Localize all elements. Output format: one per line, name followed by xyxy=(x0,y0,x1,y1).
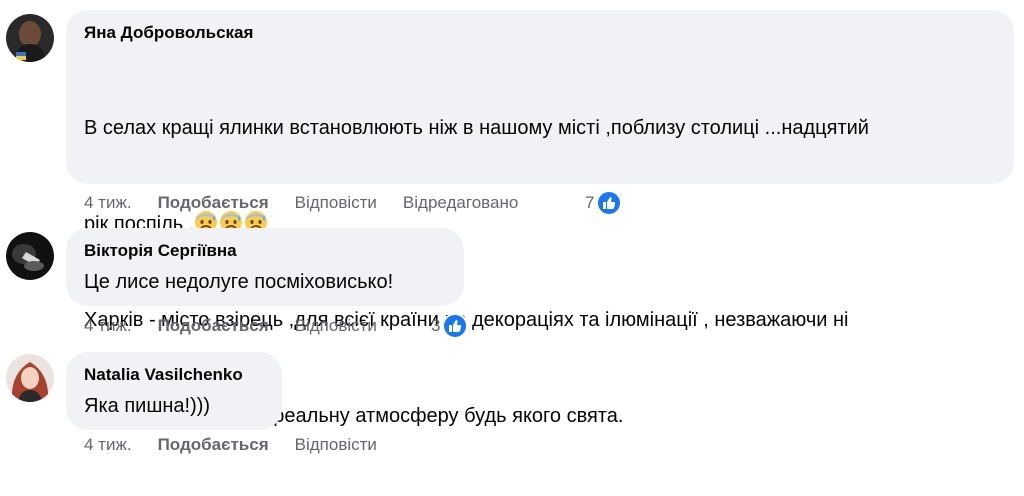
avatar[interactable] xyxy=(6,232,54,280)
comment-author[interactable]: Natalia Vasilchenko xyxy=(84,364,264,386)
comment-actions: 4 тиж. Подобається Відповісти xyxy=(84,432,403,458)
comment-bubble: Natalia Vasilchenko Яка пишна!))) xyxy=(66,352,282,430)
like-button[interactable]: Подобається xyxy=(158,435,269,455)
reaction-count: 3 xyxy=(431,316,441,335)
comment-3: Natalia Vasilchenko Яка пишна!))) 4 тиж.… xyxy=(0,340,1024,464)
comment-time[interactable]: 4 тиж. xyxy=(84,435,132,455)
comment-text: Яка пишна!))) xyxy=(84,395,211,417)
comment-bubble: Яна Добровольская В селах кращі ялинки в… xyxy=(66,10,1014,427)
comment-author[interactable]: Вікторія Сергіївна xyxy=(84,240,446,262)
reply-button[interactable]: Відповісти xyxy=(295,435,377,455)
comment-author[interactable]: Яна Добровольская xyxy=(84,22,996,44)
comment-bubble: Вікторія Сергіївна Це лисе недолуге посм… xyxy=(66,228,464,306)
avatar[interactable] xyxy=(6,354,54,402)
reply-button[interactable]: Відповісти xyxy=(295,316,377,336)
like-button[interactable]: Подобається xyxy=(158,316,269,336)
like-button[interactable]: Подобається xyxy=(158,193,269,213)
comment-actions: 4 тиж. Подобається Відповісти xyxy=(84,313,403,339)
comment-2: Вікторія Сергіївна Це лисе недолуге посм… xyxy=(0,220,1024,340)
comment-text: Це лисе недолуге посміховисько! xyxy=(84,271,394,293)
comment-text-line: В селах кращі ялинки встановлюють ніж в … xyxy=(84,117,869,139)
reaction-summary[interactable]: 3 xyxy=(431,312,469,340)
thumbs-up-icon xyxy=(442,313,469,339)
comment-1: Яна Добровольская В селах кращі ялинки в… xyxy=(0,0,1024,427)
comment-time[interactable]: 4 тиж. xyxy=(84,193,132,213)
reply-button[interactable]: Відповісти xyxy=(295,193,377,213)
edited-label[interactable]: Відредаговано xyxy=(403,193,518,213)
avatar[interactable] xyxy=(6,14,54,62)
reaction-summary[interactable]: 7 xyxy=(585,189,623,217)
reaction-count: 7 xyxy=(585,193,595,212)
comment-actions: 4 тиж. Подобається Відповісти Відредагов… xyxy=(84,190,544,216)
comment-time[interactable]: 4 тиж. xyxy=(84,316,132,336)
thumbs-up-icon xyxy=(596,190,623,216)
